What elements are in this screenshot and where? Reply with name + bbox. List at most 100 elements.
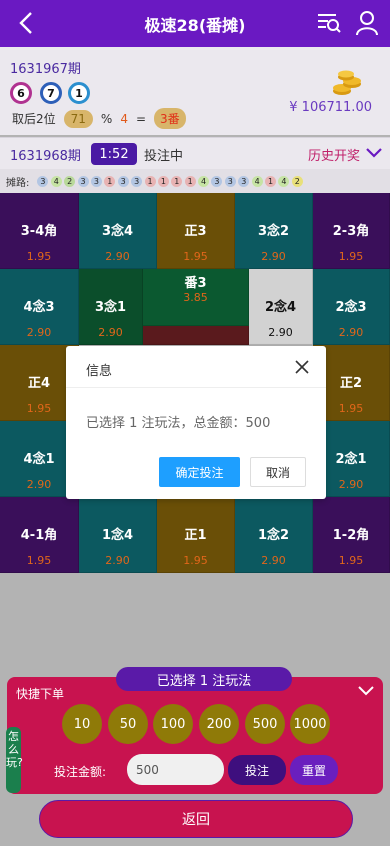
- trend-ball: 1: [184, 175, 196, 187]
- formula-operator: %: [100, 111, 113, 126]
- bet-option-odds: 1.95: [26, 250, 52, 263]
- bet-option-odds: 1.95: [338, 250, 364, 263]
- bet-option-label: 1念2: [257, 528, 290, 543]
- bet-option-label: 2念4: [264, 300, 297, 315]
- bet-option-2-nian-3[interactable]: 2念3 2.90: [313, 269, 390, 345]
- dialog-message: 已选择 1 注玩法，总金额：500: [86, 416, 271, 431]
- bet-option-label: 4念3: [23, 300, 55, 315]
- amount-input[interactable]: [127, 754, 224, 785]
- bet-option-2-nian-4[interactable]: 2念4 2.90: [249, 269, 313, 345]
- top-bar: 极速28(番摊): [0, 0, 390, 47]
- bet-option-label: 2念3: [335, 300, 367, 315]
- bet-option-odds: 2.90: [261, 554, 286, 567]
- trend-label: 摊路:: [6, 177, 30, 189]
- trend-ball: 4: [251, 175, 263, 187]
- bet-option-1-nian-2[interactable]: 1念2 2.90: [235, 497, 313, 573]
- confirm-bet-button[interactable]: 确定投注: [159, 457, 240, 487]
- bet-option-odds: 2.90: [105, 554, 130, 567]
- chevron-down-icon[interactable]: [365, 147, 383, 159]
- bet-option-4-nian-3[interactable]: 4念3 2.90: [0, 269, 79, 345]
- user-icon[interactable]: [355, 10, 379, 36]
- bet-option-label: 3-4角: [20, 224, 58, 239]
- bet-option-label: 番3: [184, 276, 207, 291]
- list-search-icon[interactable]: [316, 11, 342, 35]
- trend-road: 摊路: 34233133111143334142: [0, 169, 390, 193]
- trend-ball: 3: [211, 175, 223, 187]
- bet-option-odds: 2.90: [26, 326, 52, 339]
- chip-500[interactable]: 500: [245, 704, 285, 744]
- trend-ball: 3: [77, 175, 89, 187]
- close-icon[interactable]: [294, 359, 310, 375]
- bet-option-label: 3念1: [94, 300, 127, 315]
- trend-ball: 3: [37, 175, 49, 187]
- bet-option-4-1-jiao[interactable]: 4-1角 1.95: [0, 497, 79, 573]
- reset-button[interactable]: 重置: [290, 755, 338, 785]
- chevron-down-icon[interactable]: [357, 685, 375, 697]
- bet-option-fan-3[interactable]: 番3 3.85: [143, 269, 249, 326]
- bet-option-label: 3念4: [101, 224, 134, 239]
- bet-status: 投注中: [144, 149, 184, 164]
- previous-issue-number: 1631967期: [10, 62, 81, 77]
- trend-ball: 4: [198, 175, 210, 187]
- quick-bet-panel: 已选择 1 注玩法 快捷下单 10 50 100 200 500 1000 投注…: [7, 667, 383, 794]
- cancel-button[interactable]: 取消: [250, 457, 306, 487]
- bet-option-3-nian-2[interactable]: 3念2 2.90: [235, 193, 313, 269]
- amount-label: 投注金额:: [54, 765, 107, 779]
- chip-200[interactable]: 200: [199, 704, 239, 744]
- draw-ball-3: 1: [68, 82, 90, 104]
- dialog-title: 信息: [86, 364, 113, 379]
- current-issue-bar: 1631968期 1:52 投注中 历史开奖: [0, 137, 390, 169]
- chip-100[interactable]: 100: [153, 704, 193, 744]
- chip-1000[interactable]: 1000: [290, 704, 330, 744]
- history-link[interactable]: 历史开奖: [308, 145, 360, 164]
- bet-option-odds: 2.90: [98, 326, 123, 339]
- bet-button[interactable]: 投注: [228, 755, 286, 785]
- bet-option-zheng-3[interactable]: 正3 1.95: [157, 193, 235, 269]
- countdown-timer: 1:52: [91, 143, 137, 165]
- selection-summary: 已选择 1 注玩法: [116, 667, 292, 691]
- account-balance: ¥ 106711.00: [289, 100, 372, 115]
- bet-option-odds: 3.85: [183, 291, 208, 304]
- coins-icon: [333, 70, 361, 95]
- formula-result: 3番: [154, 108, 186, 129]
- bet-option-1-nian-4[interactable]: 1念4 2.90: [79, 497, 157, 573]
- bet-option-3-4-jiao[interactable]: 3-4角 1.95: [0, 193, 79, 269]
- trend-ball: 3: [238, 175, 250, 187]
- back-arrow-icon[interactable]: [14, 9, 40, 37]
- return-button[interactable]: 返回: [39, 800, 353, 838]
- bet-option-odds: 2.90: [105, 250, 130, 263]
- trend-ball: 4: [50, 175, 62, 187]
- formula-value: 71: [63, 109, 93, 128]
- draw-ball-1: 6: [10, 82, 32, 104]
- dialog-divider: [66, 387, 326, 388]
- trend-ball: 1: [265, 175, 277, 187]
- trend-ball: 2: [64, 175, 76, 187]
- page-title: 极速28(番摊): [144, 15, 246, 35]
- formula-divisor: 4: [120, 111, 128, 126]
- bet-option-label: 4-1角: [20, 528, 58, 543]
- bet-option-fan-3-lower[interactable]: [143, 326, 249, 345]
- quick-bet-label: 快捷下单: [16, 687, 65, 701]
- bet-option-odds: 2.90: [268, 326, 293, 339]
- bet-option-odds: 1.95: [338, 554, 364, 567]
- result-formula: 取后2位 71 % 4 = 3番: [12, 108, 186, 129]
- bet-option-zheng-1[interactable]: 正1 1.95: [157, 497, 235, 573]
- trend-ball: 3: [90, 175, 102, 187]
- bet-option-odds: 2.90: [261, 250, 286, 263]
- trend-ball: 2: [291, 175, 303, 187]
- trend-ball: 1: [144, 175, 156, 187]
- chip-10[interactable]: 10: [62, 704, 102, 744]
- chip-50[interactable]: 50: [108, 704, 148, 744]
- current-issue-number: 1631968期: [10, 149, 81, 164]
- formula-label: 取后2位: [12, 112, 56, 126]
- bet-option-3-nian-4[interactable]: 3念4 2.90: [79, 193, 157, 269]
- bet-option-label: 正1: [184, 528, 207, 543]
- bet-option-label: 1-2角: [332, 528, 370, 543]
- trend-balls: 34233133111143334142: [37, 175, 305, 187]
- bet-option-3-nian-1[interactable]: 3念1 2.90: [79, 269, 143, 345]
- trend-ball: 3: [131, 175, 143, 187]
- trend-ball: 3: [224, 175, 236, 187]
- bet-option-1-2-jiao[interactable]: 1-2角 1.95: [313, 497, 390, 573]
- how-to-play-tab[interactable]: 怎么玩?: [6, 727, 23, 793]
- bet-option-2-3-jiao[interactable]: 2-3角 1.95: [313, 193, 390, 269]
